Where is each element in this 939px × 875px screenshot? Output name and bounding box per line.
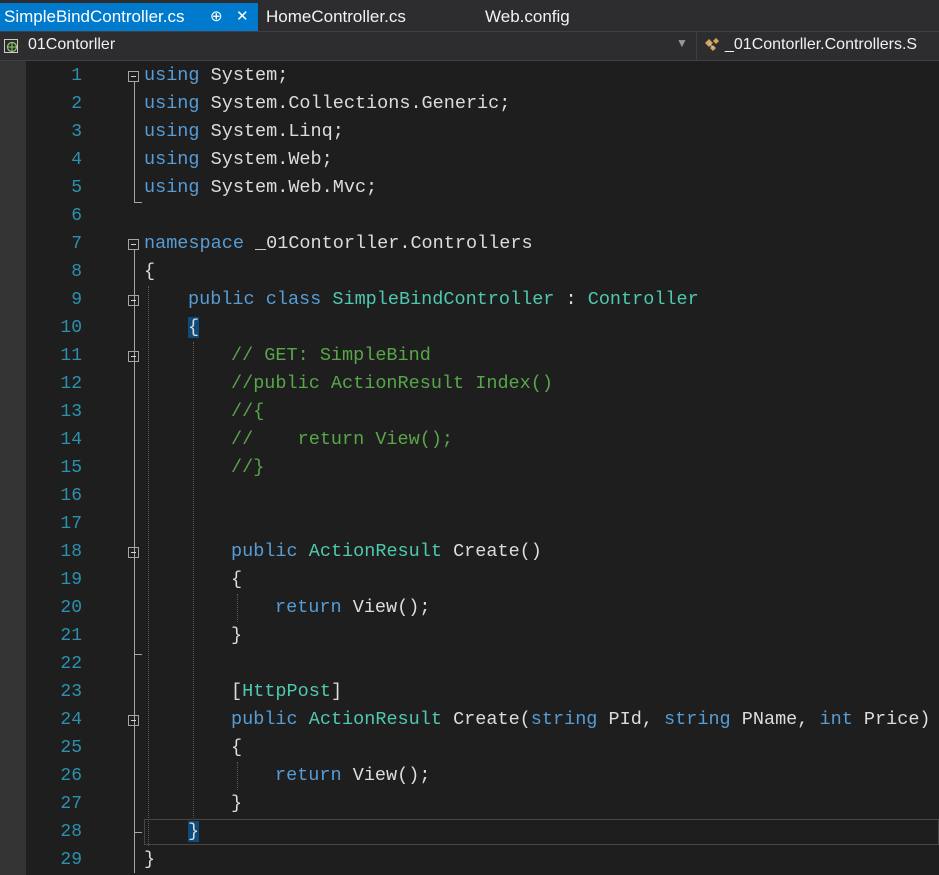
line-number: 29	[60, 850, 82, 870]
outline-end-tick	[134, 832, 142, 833]
code-line: //{	[231, 401, 265, 422]
indicator-margin	[0, 61, 26, 875]
line-number: 28	[60, 822, 82, 842]
line-number: 12	[60, 374, 82, 394]
line-number: 16	[60, 486, 82, 506]
line-number: 24	[60, 710, 82, 730]
code-line: public ActionResult Create(string PId, s…	[231, 709, 931, 730]
code-line: return View();	[275, 597, 431, 618]
code-line: // return View();	[231, 429, 454, 450]
line-number: 1	[71, 66, 82, 86]
close-icon[interactable]: ✕	[236, 3, 249, 31]
outline-line	[134, 249, 135, 873]
code-line: //}	[231, 457, 265, 478]
line-number: 10	[60, 318, 82, 338]
document-tab-strip: SimpleBindController.cs ⊕ ✕ HomeControll…	[0, 0, 939, 32]
code-line: public class SimpleBindController : Cont…	[188, 289, 699, 310]
line-number: 9	[71, 290, 82, 310]
line-number: 11	[60, 346, 82, 366]
indent-guide	[193, 342, 194, 818]
navigation-bar: 01Contorller ▼ _01Contorller.Controllers…	[0, 32, 939, 61]
project-name: 01Contorller	[28, 36, 116, 53]
collapse-icon[interactable]	[128, 715, 139, 726]
code-line: return View();	[275, 765, 431, 786]
code-line: using System.Web;	[144, 149, 333, 170]
code-line: using System;	[144, 65, 289, 86]
code-line: }	[188, 818, 200, 846]
collapse-icon[interactable]	[128, 71, 139, 82]
class-icon	[705, 38, 719, 51]
chevron-down-icon[interactable]: ▼	[676, 36, 688, 50]
code-line: {	[188, 314, 200, 342]
line-number: 7	[71, 234, 82, 254]
line-number: 8	[71, 262, 82, 282]
line-number: 22	[60, 654, 82, 674]
code-line: // GET: SimpleBind	[231, 345, 431, 366]
current-line-highlight	[144, 819, 939, 845]
project-dropdown[interactable]: 01Contorller ▼	[0, 32, 690, 60]
line-number: 25	[60, 738, 82, 758]
code-line: {	[231, 569, 243, 590]
tab-label: HomeController.cs	[266, 7, 406, 26]
tab-label: Web.config	[485, 7, 570, 26]
line-number: 5	[71, 178, 82, 198]
tab-web-config[interactable]: Web.config	[481, 3, 611, 31]
indent-guide	[237, 594, 238, 622]
collapse-icon[interactable]	[128, 295, 139, 306]
line-number: 17	[60, 514, 82, 534]
project-globe-icon	[4, 39, 18, 53]
code-line: {	[231, 737, 243, 758]
code-line: using System.Collections.Generic;	[144, 93, 511, 114]
outline-end-tick	[134, 654, 142, 655]
collapse-icon[interactable]	[128, 351, 139, 362]
line-number: 18	[60, 542, 82, 562]
code-line: [HttpPost]	[231, 681, 343, 702]
line-number: 13	[60, 402, 82, 422]
code-line: //public ActionResult Index()	[231, 373, 553, 394]
collapse-icon[interactable]	[128, 547, 139, 558]
line-number: 21	[60, 626, 82, 646]
indent-guide	[148, 286, 149, 846]
outline-line	[134, 81, 135, 203]
code-line: }	[231, 793, 243, 814]
class-path: _01Contorller.Controllers.S	[725, 36, 918, 53]
brace-match-highlight: {	[188, 317, 200, 338]
line-number: 15	[60, 458, 82, 478]
line-number: 2	[71, 94, 82, 114]
pin-icon[interactable]: ⊕	[210, 3, 223, 31]
line-number: 26	[60, 766, 82, 786]
indent-guide	[237, 762, 238, 790]
line-number: 27	[60, 794, 82, 814]
line-number: 3	[71, 122, 82, 142]
tab-homecontroller[interactable]: HomeController.cs	[262, 3, 477, 31]
code-editor[interactable]: 1 2 3 4 5 6 7 8 9 10 11 12 13 14 15 16 1…	[0, 61, 939, 875]
line-number: 6	[71, 206, 82, 226]
code-line: namespace _01Contorller.Controllers	[144, 233, 533, 254]
tab-simplebindcontroller[interactable]: SimpleBindController.cs ⊕ ✕	[0, 3, 258, 31]
line-number: 23	[60, 682, 82, 702]
code-line: }	[231, 625, 243, 646]
collapse-icon[interactable]	[128, 239, 139, 250]
code-line: public ActionResult Create()	[231, 541, 542, 562]
tab-label: SimpleBindController.cs	[4, 7, 185, 26]
line-number: 14	[60, 430, 82, 450]
class-dropdown[interactable]: _01Contorller.Controllers.S	[696, 32, 939, 60]
brace-match-highlight: }	[188, 821, 200, 842]
code-line: using System.Linq;	[144, 121, 344, 142]
code-line: }	[144, 849, 156, 870]
line-number: 4	[71, 150, 82, 170]
code-line: {	[144, 261, 156, 282]
line-number: 19	[60, 570, 82, 590]
code-line: using System.Web.Mvc;	[144, 177, 378, 198]
line-number: 20	[60, 598, 82, 618]
outline-end-tick	[134, 202, 142, 203]
